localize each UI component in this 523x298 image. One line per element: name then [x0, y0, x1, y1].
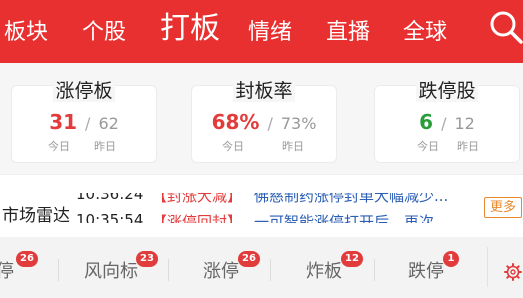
- today-label: 今日: [417, 140, 439, 153]
- gear-icon[interactable]: [504, 263, 522, 281]
- limit-down-card[interactable]: 跌停股 6 / 12 今日 昨日: [374, 80, 520, 163]
- divider: [487, 247, 488, 287]
- tab-global[interactable]: 全球: [403, 1, 447, 64]
- card-title: 涨停板: [53, 80, 115, 102]
- today-value: 68%: [211, 110, 260, 134]
- top-nav-bar: 板块 个股 打板 情绪 直播 全球: [0, 0, 523, 63]
- yesterday-label: 昨日: [457, 140, 479, 153]
- card-title: 跌停股: [416, 80, 478, 102]
- today-value: 31: [49, 110, 78, 134]
- sub-tab-bar: 停 26 风向标 23 涨停 26 炸板 12 跌停 1: [0, 237, 523, 298]
- yesterday-value: 62: [98, 114, 119, 133]
- subtab-badge: 26: [16, 251, 38, 267]
- feed-tag: 【封涨大减】: [152, 193, 243, 205]
- feed-tag: 【涨停回封】: [152, 213, 243, 223]
- separator: /: [85, 114, 91, 133]
- tab-stocks[interactable]: 个股: [82, 1, 126, 64]
- feed-time: 10:35:54: [76, 211, 144, 223]
- subtab-badge: 26: [238, 251, 260, 267]
- yesterday-label: 昨日: [282, 140, 304, 153]
- radar-feed: 市场雷达 10:36:24 【封涨大减】 佛慈制药涨停封单大幅减少... 10:…: [0, 193, 523, 223]
- more-button[interactable]: 更多: [484, 197, 522, 218]
- limit-up-card[interactable]: 涨停板 31 / 62 今日 昨日: [11, 80, 157, 163]
- radar-title: 市场雷达: [2, 206, 70, 223]
- tab-live[interactable]: 直播: [326, 1, 370, 64]
- tab-sectors[interactable]: 板块: [4, 1, 48, 64]
- feed-text: 佛慈制药涨停封单大幅减少...: [254, 193, 449, 205]
- subtab-badge: 23: [136, 251, 158, 267]
- divider: [58, 259, 59, 281]
- stats-panel: 涨停板 31 / 62 今日 昨日 封板率 68% / 73% 今日 昨日 跌停股 6 /…: [0, 63, 523, 174]
- today-label: 今日: [48, 140, 70, 153]
- separator: /: [267, 114, 273, 133]
- divider: [168, 259, 169, 281]
- seal-rate-card[interactable]: 封板率 68% / 73% 今日 昨日: [191, 80, 337, 163]
- separator: /: [441, 114, 447, 133]
- yesterday-value: 73%: [280, 114, 317, 133]
- subtab-limit-up-partial[interactable]: 停: [0, 257, 14, 283]
- subtab-broken-board[interactable]: 炸板: [306, 257, 342, 283]
- divider: [270, 259, 271, 281]
- yesterday-label: 昨日: [94, 140, 116, 153]
- yesterday-value: 12: [454, 114, 475, 133]
- subtab-limit-down[interactable]: 跌停: [408, 257, 444, 283]
- today-value: 6: [419, 110, 434, 134]
- search-icon[interactable]: [488, 9, 523, 45]
- tab-sentiment[interactable]: 情绪: [248, 1, 292, 64]
- subtab-badge: 12: [341, 251, 363, 267]
- tab-limit-up-board[interactable]: 打板: [160, 0, 220, 60]
- subtab-indicator[interactable]: 风向标: [84, 257, 138, 283]
- subtab-badge: 1: [443, 251, 459, 267]
- feed-text: 一可智能涨停打开后，再次...: [254, 213, 449, 223]
- subtab-limit-up[interactable]: 涨停: [203, 257, 239, 283]
- divider: [374, 259, 375, 281]
- today-label: 今日: [222, 140, 244, 153]
- feed-time: 10:36:24: [76, 193, 144, 203]
- card-title: 封板率: [233, 80, 295, 102]
- market-radar[interactable]: 市场雷达 10:36:24 【封涨大减】 佛慈制药涨停封单大幅减少... 10:…: [0, 174, 523, 237]
